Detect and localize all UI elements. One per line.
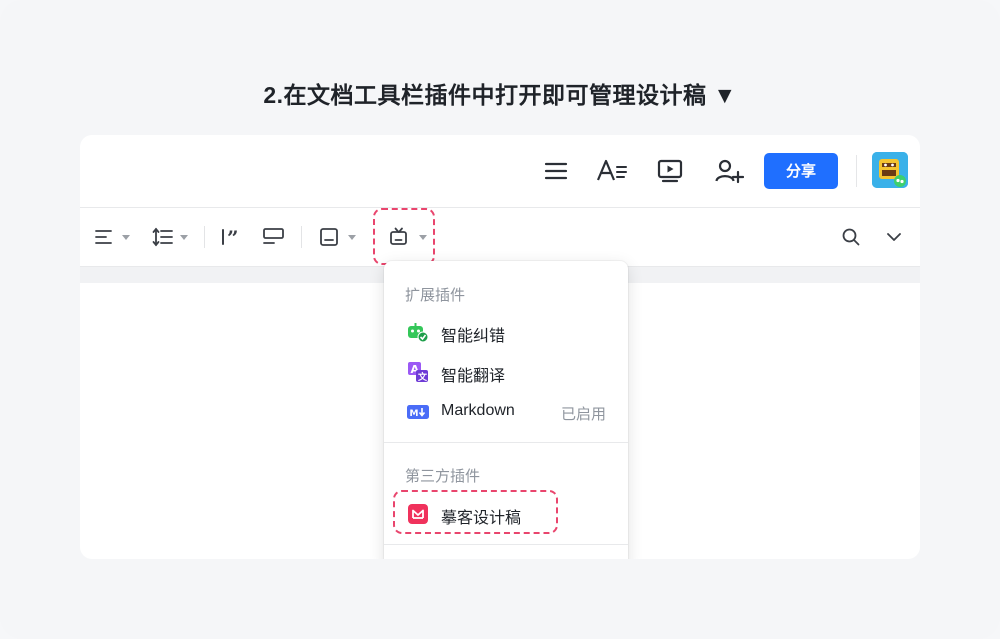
menu-icon[interactable]: [542, 157, 570, 185]
smart-correct-icon: [407, 321, 429, 343]
text-format-icon[interactable]: [596, 157, 627, 185]
translate-icon: A文: [407, 361, 429, 383]
menu-section-third-party: 第三方插件: [405, 468, 481, 485]
line-spacing-icon[interactable]: [152, 226, 174, 248]
block-icon[interactable]: [318, 226, 340, 248]
add-member-icon[interactable]: [714, 157, 745, 185]
plugin-highlight-box: [373, 208, 435, 265]
menu-item-translate[interactable]: A文 智能翻译: [384, 352, 628, 392]
markdown-icon: M: [407, 401, 429, 423]
chevron-down-icon[interactable]: [883, 226, 905, 248]
editor-window: 分享 ” 扩展插件 智能纠错 A 文 智能翻译 M Markdown 已启用 第…: [80, 135, 920, 559]
divider: [856, 155, 857, 187]
menu-item-smart-correct[interactable]: 智能纠错: [384, 312, 628, 352]
callout-icon[interactable]: [262, 226, 286, 248]
menu-divider: [384, 544, 628, 545]
align-dropdown-caret[interactable]: [122, 235, 130, 240]
svg-text:文: 文: [417, 371, 428, 383]
svg-text:M: M: [410, 409, 419, 419]
align-icon[interactable]: [94, 226, 114, 248]
block-dropdown-caret[interactable]: [348, 235, 356, 240]
present-icon[interactable]: [656, 157, 684, 185]
format-toolbar: ”: [80, 208, 920, 267]
mockplus-highlight-box: [393, 490, 558, 534]
search-icon[interactable]: [840, 226, 862, 248]
toolbar-divider: [204, 226, 205, 248]
menu-divider: [384, 442, 628, 443]
page-title: 2.在文档工具栏插件中打开即可管理设计稿 ▼: [263, 82, 737, 108]
menu-item-status: 已启用: [560, 406, 606, 423]
quote-icon[interactable]: ”: [220, 226, 244, 250]
menu-item-label: Markdown: [441, 402, 515, 419]
top-bar: 分享: [80, 135, 920, 208]
svg-text:”: ”: [227, 226, 239, 248]
toolbar-divider: [301, 226, 302, 248]
menu-item-label: 智能纠错: [441, 328, 506, 345]
menu-section-extensions: 扩展插件: [405, 287, 466, 304]
avatar-icon[interactable]: [872, 152, 908, 188]
menu-item-markdown[interactable]: M Markdown 已启用: [384, 392, 628, 432]
menu-item-label: 智能翻译: [441, 368, 506, 385]
line-spacing-dropdown-caret[interactable]: [180, 235, 188, 240]
share-button[interactable]: 分享: [764, 153, 838, 189]
